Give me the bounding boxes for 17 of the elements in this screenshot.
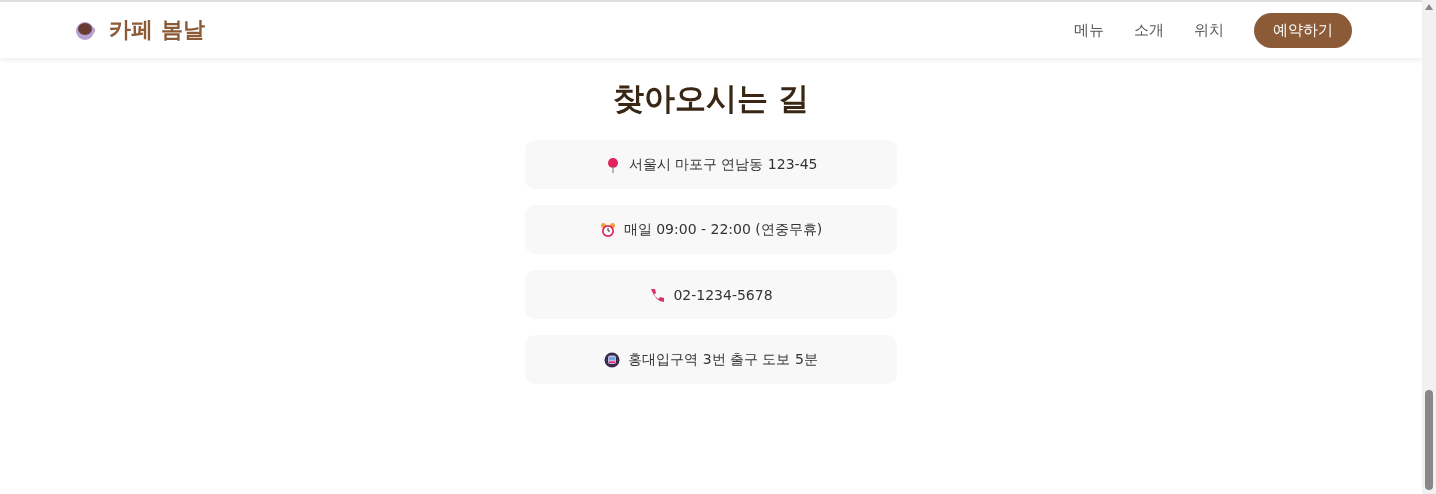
reserve-button[interactable]: 예약하기: [1254, 12, 1352, 48]
nav-link[interactable]: 메뉴: [1074, 20, 1104, 40]
nav-link[interactable]: 위치: [1194, 20, 1224, 40]
alarm-clock-icon: [599, 221, 616, 238]
info-text: 홍대입구역 3번 출구 도보 5분: [628, 350, 818, 369]
info-text: 02-1234-5678: [673, 286, 773, 303]
info-text: 서울시 마포구 연남동 123-45: [628, 155, 818, 174]
phone-icon: [649, 286, 666, 303]
scrollbar[interactable]: [1422, 0, 1436, 494]
section-title: 찾아오시는 길: [612, 79, 810, 118]
logo-text[interactable]: 카페 봄날: [109, 15, 205, 45]
info-text: 매일 09:00 - 22:00 (연중무휴): [623, 220, 823, 239]
coffee-cup-icon: [75, 19, 97, 41]
scroll-up-icon[interactable]: [1425, 4, 1433, 10]
nav-link[interactable]: 소개: [1134, 20, 1164, 40]
scrollbar-thumb[interactable]: [1425, 390, 1433, 490]
train-icon: [604, 351, 621, 368]
